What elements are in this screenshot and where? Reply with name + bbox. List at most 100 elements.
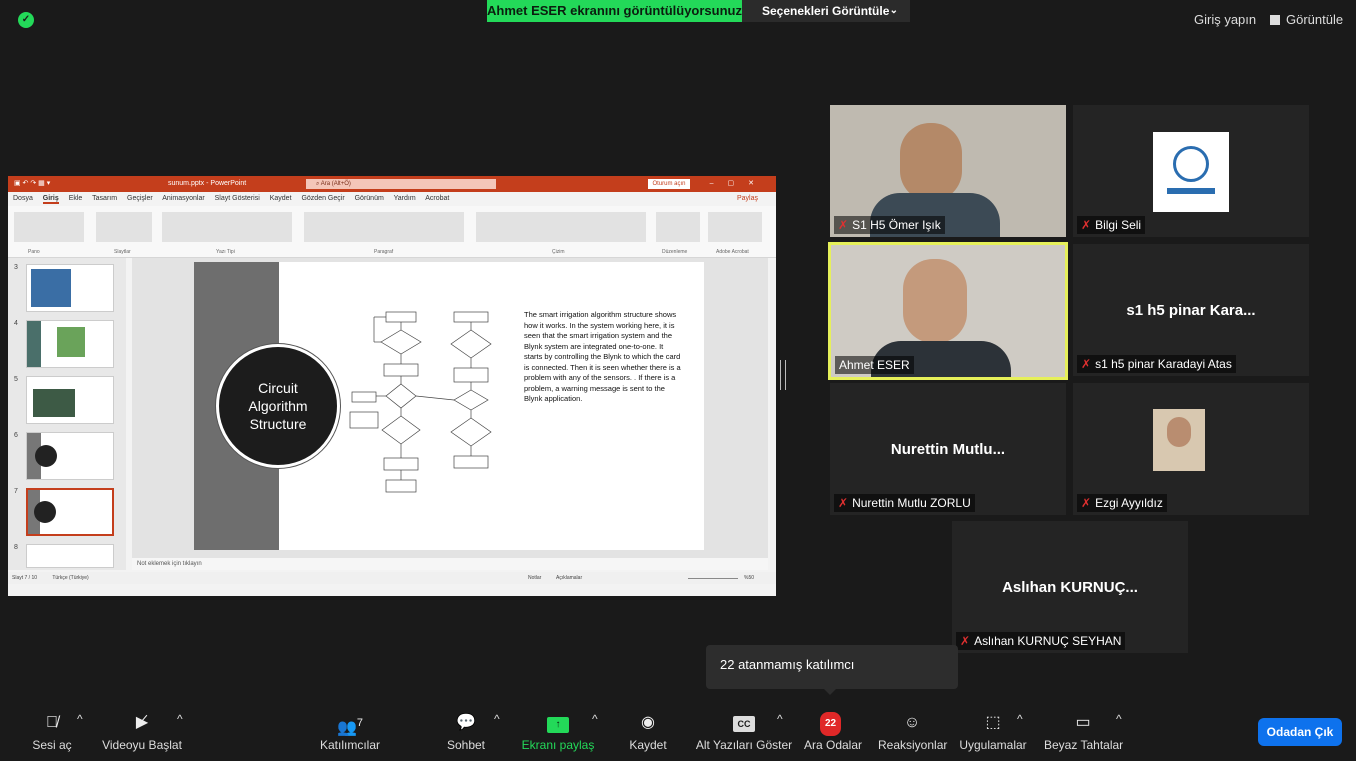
leave-room-button[interactable]: Odadan Çık bbox=[1258, 718, 1342, 746]
tab[interactable]: Animasyonlar bbox=[162, 195, 204, 202]
tab[interactable]: Acrobat bbox=[425, 195, 449, 202]
slide-thumbnail[interactable] bbox=[26, 376, 114, 424]
zoom-slider[interactable] bbox=[688, 578, 738, 579]
shield-icon[interactable]: ✓ bbox=[18, 12, 34, 28]
slides-tools[interactable] bbox=[96, 212, 152, 242]
chevron-up-icon[interactable]: ^ bbox=[777, 712, 783, 726]
chevron-up-icon[interactable]: ^ bbox=[592, 712, 598, 726]
ppt-qat-icons: ▣ ↶ ↷ ▦ ▾ bbox=[14, 180, 51, 187]
ppt-search[interactable]: ⌕ Ara (Alt+Ö) bbox=[306, 179, 496, 189]
group-label: Paragraf bbox=[374, 249, 394, 255]
tab[interactable]: Yardım bbox=[394, 195, 416, 202]
chevron-up-icon[interactable]: ^ bbox=[1116, 712, 1122, 726]
chevron-up-icon[interactable]: ^ bbox=[1017, 712, 1023, 726]
chevron-up-icon[interactable]: ^ bbox=[177, 712, 183, 726]
chevron-up-icon[interactable]: ^ bbox=[494, 712, 500, 726]
tab[interactable]: Slayt Gösterisi bbox=[215, 195, 260, 202]
participants-icon: 👥 bbox=[336, 719, 357, 737]
status-notes-button[interactable]: Notlar bbox=[528, 572, 541, 584]
start-video-label: Videoyu Başlat bbox=[102, 738, 182, 752]
participant-name: ✗ Ezgi Ayyıldız bbox=[1077, 494, 1167, 512]
grid-icon bbox=[1270, 15, 1280, 25]
breakout-rooms-button[interactable]: ▦22 Ara Odalar bbox=[802, 712, 864, 752]
slide-paragraph: The smart irrigation algorithm structure… bbox=[524, 310, 681, 403]
tab[interactable]: Geçişler bbox=[127, 195, 153, 202]
slide-thumbnail-selected[interactable] bbox=[26, 488, 114, 536]
clipboard-tools[interactable] bbox=[14, 212, 84, 242]
slide[interactable]: Circuit Algorithm Structure The smart ir… bbox=[194, 262, 704, 550]
editing-tools[interactable] bbox=[656, 212, 700, 242]
tab[interactable]: Kaydet bbox=[270, 195, 292, 202]
participants-button[interactable]: 👥7 Katılımcılar bbox=[312, 712, 388, 752]
share-screen-button[interactable]: ↑ Ekranı paylaş bbox=[520, 712, 596, 752]
reactions-label: Reaksiyonlar bbox=[878, 738, 948, 752]
participant-tile[interactable]: ✗ Bilgi Seli bbox=[1073, 105, 1309, 237]
ppt-login-button[interactable]: Oturum açın bbox=[648, 179, 690, 189]
chat-button[interactable]: 💬 Sohbet bbox=[444, 712, 488, 752]
unmute-button[interactable]: 🎙̸ Sesi aç bbox=[30, 712, 74, 752]
tab[interactable]: Dosya bbox=[13, 195, 33, 202]
slide-number: 7 bbox=[14, 488, 18, 495]
view-label: Görüntüle bbox=[1286, 12, 1344, 27]
status-comments-button[interactable]: Açıklamalar bbox=[556, 572, 582, 584]
group-label: Çizim bbox=[552, 249, 565, 255]
participant-tile[interactable]: ✗ S1 H5 Ömer Işık bbox=[830, 105, 1066, 237]
record-button[interactable]: ◉ Kaydet bbox=[624, 712, 672, 752]
slide-number: 6 bbox=[14, 432, 18, 439]
meeting-toolbar: 🎙̸ Sesi aç ^ ▶̸ Videoyu Başlat ^ 👥7 Katı… bbox=[0, 704, 1356, 761]
participant-name: ✗ Aslıhan KURNUÇ SEYHAN bbox=[956, 632, 1126, 650]
participant-name-text: Bilgi Seli bbox=[1095, 218, 1142, 232]
acrobat-tools[interactable] bbox=[708, 212, 762, 242]
tab-active[interactable]: Giriş bbox=[42, 195, 59, 204]
participant-name: ✗ Nurettin Mutlu ZORLU bbox=[834, 494, 975, 512]
ppt-file-name: sunum.pptx - PowerPoint bbox=[168, 180, 247, 187]
tab[interactable]: Ekle bbox=[69, 195, 83, 202]
paragraph-tools[interactable] bbox=[304, 212, 464, 242]
slide-thumbnail[interactable] bbox=[26, 544, 114, 568]
slide-number: 3 bbox=[14, 264, 18, 271]
mic-muted-icon: ✗ bbox=[838, 218, 849, 232]
view-button[interactable]: Görüntüle bbox=[1270, 12, 1343, 27]
ppt-share-button[interactable]: Paylaş bbox=[737, 192, 758, 206]
mic-muted-icon: ✗ bbox=[1081, 496, 1092, 510]
slide-thumbnails: 3 4 5 6 7 8 bbox=[8, 258, 126, 570]
participant-name-text: Ezgi Ayyıldız bbox=[1095, 496, 1163, 510]
slide-number: 8 bbox=[14, 544, 18, 551]
sign-in-link[interactable]: Giriş yapın bbox=[1194, 12, 1256, 27]
view-options-button[interactable]: Seçenekleri Görüntüle ⌄ bbox=[742, 0, 910, 22]
breakout-badge: 22 bbox=[820, 712, 842, 736]
splitter-handle[interactable] bbox=[780, 360, 786, 390]
participant-tile[interactable]: s1 h5 pinar Kara... ✗ s1 h5 pinar Karaday… bbox=[1073, 244, 1309, 376]
participants-icon-wrap: 👥7 bbox=[312, 712, 388, 737]
video-feed bbox=[1153, 409, 1205, 471]
participants-count: 7 bbox=[356, 717, 364, 729]
breakout-icon: ▦22 bbox=[802, 712, 864, 736]
status-language: Türkçe (Türkiye) bbox=[52, 575, 89, 581]
participant-tile[interactable]: Nurettin Mutlu... ✗ Nurettin Mutlu ZORLU bbox=[830, 383, 1066, 515]
slide-thumbnail[interactable] bbox=[26, 320, 114, 368]
share-icon-wrap: ↑ bbox=[520, 712, 596, 734]
participant-tile[interactable]: Aslıhan KURNUÇ... ✗ Aslıhan KURNUÇ SEYHAN bbox=[952, 521, 1188, 653]
participant-name: ✗ s1 h5 pinar Karadayi Atas bbox=[1077, 355, 1236, 373]
group-label: Slaytlar bbox=[114, 249, 131, 255]
chat-label: Sohbet bbox=[446, 738, 486, 752]
font-tools[interactable] bbox=[162, 212, 292, 242]
whiteboard-button[interactable]: ▭ Beyaz Tahtalar bbox=[1044, 712, 1123, 752]
tab[interactable]: Görünüm bbox=[355, 195, 384, 202]
notes-pane[interactable]: Not eklemek için tıklayın bbox=[132, 558, 768, 570]
start-video-button[interactable]: ▶̸ Videoyu Başlat bbox=[100, 712, 184, 752]
slide-thumbnail[interactable] bbox=[26, 264, 114, 312]
slide-thumbnail[interactable] bbox=[26, 432, 114, 480]
tab[interactable]: Tasarım bbox=[92, 195, 117, 202]
reactions-button[interactable]: ☺ Reaksiyonlar bbox=[878, 712, 948, 752]
smiley-icon: ☺ bbox=[903, 714, 921, 731]
slide-number: 4 bbox=[14, 320, 18, 327]
window-controls[interactable]: –▢✕ bbox=[710, 176, 768, 192]
drawing-tools[interactable] bbox=[476, 212, 646, 242]
mic-muted-icon: 🎙̸ bbox=[46, 714, 58, 731]
cc-icon: CC bbox=[733, 716, 755, 732]
active-speaker-tile[interactable]: Ahmet ESER bbox=[828, 242, 1068, 380]
tab[interactable]: Gözden Geçir bbox=[301, 195, 344, 202]
chevron-up-icon[interactable]: ^ bbox=[77, 712, 83, 726]
participant-tile[interactable]: ✗ Ezgi Ayyıldız bbox=[1073, 383, 1309, 515]
